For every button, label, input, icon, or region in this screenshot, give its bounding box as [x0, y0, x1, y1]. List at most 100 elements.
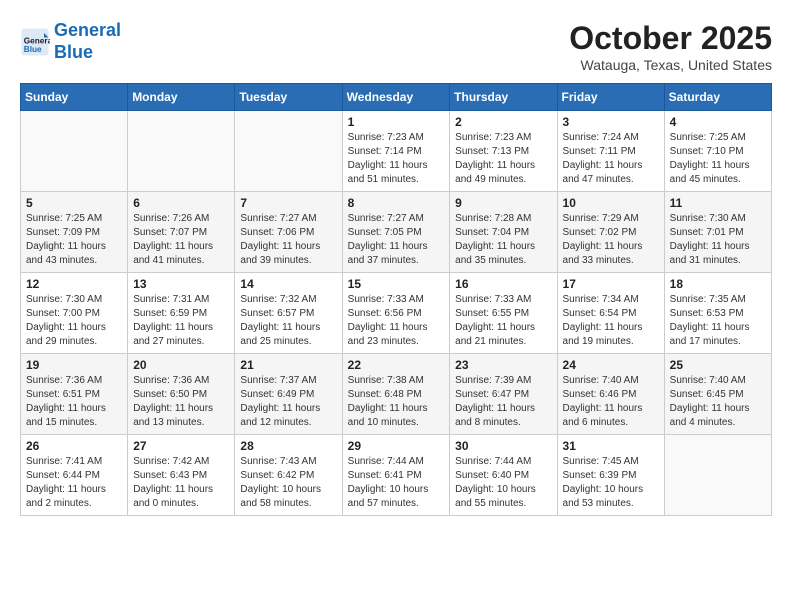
calendar-cell: 19Sunrise: 7:36 AM Sunset: 6:51 PM Dayli…: [21, 354, 128, 435]
cell-info: Sunrise: 7:45 AM Sunset: 6:39 PM Dayligh…: [563, 455, 659, 511]
cell-info: Sunrise: 7:28 AM Sunset: 7:04 PM Dayligh…: [455, 212, 551, 268]
day-number: 22: [348, 358, 445, 372]
page-header: General Blue GeneralBlue October 2025 Wa…: [20, 20, 772, 73]
day-number: 21: [240, 358, 336, 372]
calendar-cell: 10 Sunrise: 7:29 AM Sunset: 7:02 PM Dayli…: [557, 192, 664, 273]
calendar-cell: 2Sunrise: 7:23 AM Sunset: 7:13 PM Daylig…: [450, 111, 557, 192]
cell-info: Sunrise: 7:43 AM Sunset: 6:42 PM Dayligh…: [240, 455, 336, 511]
calendar-cell: 9 Sunrise: 7:28 AM Sunset: 7:04 PM Daylig…: [450, 192, 557, 273]
day-number: 15: [348, 277, 445, 291]
weekday-header-row: SundayMondayTuesdayWednesdayThursdayFrid…: [21, 84, 772, 111]
cell-info: Sunrise: 7:44 AM Sunset: 6:40 PM Dayligh…: [455, 455, 551, 511]
day-number: 27: [133, 439, 229, 453]
calendar-cell: [235, 111, 342, 192]
day-number: 12: [26, 277, 122, 291]
day-number: 31: [563, 439, 659, 453]
cell-info: Sunrise: 7:25 AM Sunset: 7:10 PM Dayligh…: [670, 131, 766, 187]
weekday-header-friday: Friday: [557, 84, 664, 111]
day-number: 14: [240, 277, 336, 291]
calendar-cell: 15 Sunrise: 7:33 AM Sunset: 6:56 PM Dayli…: [342, 273, 450, 354]
calendar-cell: 5Sunrise: 7:25 AM Sunset: 7:09 PM Daylig…: [21, 192, 128, 273]
calendar-cell: 28 Sunrise: 7:43 AM Sunset: 6:42 PM Dayli…: [235, 435, 342, 516]
calendar-cell: 24 Sunrise: 7:40 AM Sunset: 6:46 PM Dayli…: [557, 354, 664, 435]
calendar-cell: 23Sunrise: 7:39 AM Sunset: 6:47 PM Dayli…: [450, 354, 557, 435]
calendar-cell: 7Sunrise: 7:27 AM Sunset: 7:06 PM Daylig…: [235, 192, 342, 273]
day-number: 1: [348, 115, 445, 129]
cell-info: Sunrise: 7:32 AM Sunset: 6:57 PM Dayligh…: [240, 293, 336, 349]
day-number: 30: [455, 439, 551, 453]
calendar-cell: 3 Sunrise: 7:24 AM Sunset: 7:11 PM Daylig…: [557, 111, 664, 192]
cell-info: Sunrise: 7:31 AM Sunset: 6:59 PM Dayligh…: [133, 293, 229, 349]
calendar-cell: 21 Sunrise: 7:37 AM Sunset: 6:49 PM Dayli…: [235, 354, 342, 435]
day-number: 3: [563, 115, 659, 129]
weekday-header-sunday: Sunday: [21, 84, 128, 111]
day-number: 11: [670, 196, 766, 210]
weekday-header-thursday: Thursday: [450, 84, 557, 111]
weekday-header-tuesday: Tuesday: [235, 84, 342, 111]
calendar-cell: 26 Sunrise: 7:41 AM Sunset: 6:44 PM Dayli…: [21, 435, 128, 516]
calendar-cell: 8 Sunrise: 7:27 AM Sunset: 7:05 PM Daylig…: [342, 192, 450, 273]
calendar-week-row: 19Sunrise: 7:36 AM Sunset: 6:51 PM Dayli…: [21, 354, 772, 435]
month-title: October 2025: [569, 20, 772, 57]
calendar-cell: 27 Sunrise: 7:42 AM Sunset: 6:43 PM Dayli…: [128, 435, 235, 516]
day-number: 10: [563, 196, 659, 210]
calendar-cell: 18 Sunrise: 7:35 AM Sunset: 6:53 PM Dayli…: [664, 273, 771, 354]
weekday-header-wednesday: Wednesday: [342, 84, 450, 111]
day-number: 24: [563, 358, 659, 372]
cell-info: Sunrise: 7:41 AM Sunset: 6:44 PM Dayligh…: [26, 455, 122, 511]
calendar-table: SundayMondayTuesdayWednesdayThursdayFrid…: [20, 83, 772, 516]
calendar-cell: 20 Sunrise: 7:36 AM Sunset: 6:50 PM Dayli…: [128, 354, 235, 435]
svg-text:Blue: Blue: [24, 44, 42, 53]
calendar-cell: 11 Sunrise: 7:30 AM Sunset: 7:01 PM Dayli…: [664, 192, 771, 273]
day-number: 19: [26, 358, 122, 372]
cell-info: Sunrise: 7:30 AM Sunset: 7:00 PM Dayligh…: [26, 293, 122, 349]
calendar-week-row: 26 Sunrise: 7:41 AM Sunset: 6:44 PM Dayli…: [21, 435, 772, 516]
cell-info: Sunrise: 7:33 AM Sunset: 6:56 PM Dayligh…: [348, 293, 445, 349]
day-number: 26: [26, 439, 122, 453]
cell-info: Sunrise: 7:42 AM Sunset: 6:43 PM Dayligh…: [133, 455, 229, 511]
day-number: 20: [133, 358, 229, 372]
day-number: 17: [563, 277, 659, 291]
calendar-cell: 4 Sunrise: 7:25 AM Sunset: 7:10 PM Daylig…: [664, 111, 771, 192]
calendar-cell: 1Sunrise: 7:23 AM Sunset: 7:14 PM Daylig…: [342, 111, 450, 192]
calendar-cell: [21, 111, 128, 192]
day-number: 6: [133, 196, 229, 210]
weekday-header-saturday: Saturday: [664, 84, 771, 111]
day-number: 25: [670, 358, 766, 372]
cell-info: Sunrise: 7:30 AM Sunset: 7:01 PM Dayligh…: [670, 212, 766, 268]
day-number: 9: [455, 196, 551, 210]
cell-info: Sunrise: 7:40 AM Sunset: 6:46 PM Dayligh…: [563, 374, 659, 430]
cell-info: Sunrise: 7:36 AM Sunset: 6:50 PM Dayligh…: [133, 374, 229, 430]
cell-info: Sunrise: 7:44 AM Sunset: 6:41 PM Dayligh…: [348, 455, 445, 511]
day-number: 7: [240, 196, 336, 210]
calendar-cell: 13Sunrise: 7:31 AM Sunset: 6:59 PM Dayli…: [128, 273, 235, 354]
day-number: 18: [670, 277, 766, 291]
cell-info: Sunrise: 7:33 AM Sunset: 6:55 PM Dayligh…: [455, 293, 551, 349]
day-number: 8: [348, 196, 445, 210]
calendar-week-row: 5Sunrise: 7:25 AM Sunset: 7:09 PM Daylig…: [21, 192, 772, 273]
cell-info: Sunrise: 7:38 AM Sunset: 6:48 PM Dayligh…: [348, 374, 445, 430]
calendar-cell: 6 Sunrise: 7:26 AM Sunset: 7:07 PM Daylig…: [128, 192, 235, 273]
calendar-cell: 12 Sunrise: 7:30 AM Sunset: 7:00 PM Dayli…: [21, 273, 128, 354]
cell-info: Sunrise: 7:26 AM Sunset: 7:07 PM Dayligh…: [133, 212, 229, 268]
cell-info: Sunrise: 7:37 AM Sunset: 6:49 PM Dayligh…: [240, 374, 336, 430]
calendar-cell: 17 Sunrise: 7:34 AM Sunset: 6:54 PM Dayli…: [557, 273, 664, 354]
cell-info: Sunrise: 7:34 AM Sunset: 6:54 PM Dayligh…: [563, 293, 659, 349]
cell-info: Sunrise: 7:35 AM Sunset: 6:53 PM Dayligh…: [670, 293, 766, 349]
logo-icon: General Blue: [20, 27, 50, 57]
cell-info: Sunrise: 7:40 AM Sunset: 6:45 PM Dayligh…: [670, 374, 766, 430]
cell-info: Sunrise: 7:27 AM Sunset: 7:05 PM Dayligh…: [348, 212, 445, 268]
calendar-week-row: 1Sunrise: 7:23 AM Sunset: 7:14 PM Daylig…: [21, 111, 772, 192]
day-number: 28: [240, 439, 336, 453]
cell-info: Sunrise: 7:24 AM Sunset: 7:11 PM Dayligh…: [563, 131, 659, 187]
calendar-cell: 14 Sunrise: 7:32 AM Sunset: 6:57 PM Dayli…: [235, 273, 342, 354]
calendar-cell: 29 Sunrise: 7:44 AM Sunset: 6:41 PM Dayli…: [342, 435, 450, 516]
cell-info: Sunrise: 7:29 AM Sunset: 7:02 PM Dayligh…: [563, 212, 659, 268]
day-number: 23: [455, 358, 551, 372]
logo-text: GeneralBlue: [54, 20, 121, 63]
calendar-cell: 22 Sunrise: 7:38 AM Sunset: 6:48 PM Dayli…: [342, 354, 450, 435]
calendar-week-row: 12 Sunrise: 7:30 AM Sunset: 7:00 PM Dayli…: [21, 273, 772, 354]
day-number: 4: [670, 115, 766, 129]
day-number: 16: [455, 277, 551, 291]
day-number: 29: [348, 439, 445, 453]
